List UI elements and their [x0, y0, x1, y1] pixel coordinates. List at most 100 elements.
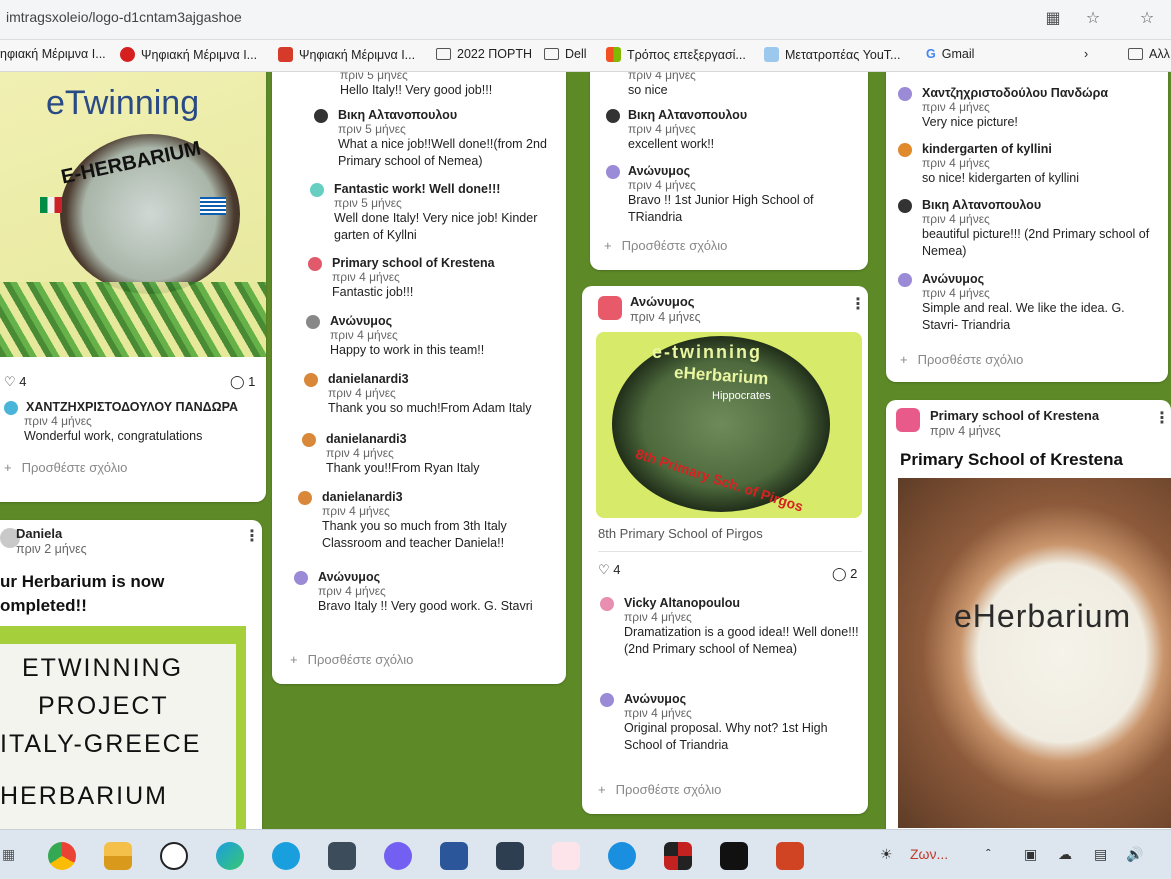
paint-icon[interactable] [552, 842, 580, 870]
avatar [314, 109, 328, 123]
image-text: eHerbarium [954, 598, 1132, 634]
bookmark-label: 2022 ΠΟΡΤΗ [457, 47, 533, 61]
comment-author: Ανώνυμος [922, 272, 985, 286]
clipchamp-icon[interactable] [496, 842, 524, 870]
comment: Βικη Αλτανοπουλου πριν 5 μήνες What a ni… [312, 108, 560, 170]
bookmark-item[interactable]: Ψηφιακή Μέριμνα Ι... [278, 47, 415, 62]
comment-count-button[interactable]: ◯ 2 [832, 566, 857, 582]
weather-text[interactable]: Ζων... [910, 846, 948, 862]
favorites-list-icon[interactable]: ☆ [1136, 8, 1158, 30]
post-image: e-twinning eHerbarium Hippocrates 8th Pr… [596, 332, 862, 518]
bookmark-item[interactable]: ηφιακή Μέριμνα Ι... [0, 47, 106, 61]
viber-icon[interactable] [384, 842, 412, 870]
bookmark-folder[interactable]: Αλλ [1128, 47, 1170, 61]
task-view-icon[interactable]: ▦ [2, 846, 15, 863]
add-comment-input[interactable]: + Προσθέστε σχόλιο [4, 460, 127, 475]
bookmark-folder[interactable]: 2022 ΠΟΡΤΗ [436, 47, 532, 61]
post-time: πριν 2 μήνες [16, 542, 87, 556]
bookmark-folder[interactable]: Dell [544, 47, 587, 61]
comment-author: Ανώνυμος [330, 314, 393, 328]
url-text[interactable]: imtragsxoleio/logo-d1cntam3ajgashoe [6, 9, 242, 25]
weather-icon[interactable]: ☀ [880, 846, 893, 863]
cloud-icon[interactable]: ☁ [1058, 846, 1072, 863]
chevron-right-icon[interactable]: › [1084, 47, 1088, 61]
powerpoint-icon[interactable] [776, 842, 804, 870]
comment-time: πριν 4 μήνες [922, 286, 990, 300]
avatar [606, 165, 620, 179]
image-text: e-twinning [652, 342, 762, 362]
avatar [606, 109, 620, 123]
image-text: HERBARIUM [0, 782, 169, 810]
device-icon[interactable]: ▣ [1024, 846, 1037, 863]
favorite-star-icon[interactable]: ☆ [1082, 8, 1104, 30]
skype-icon[interactable] [272, 842, 300, 870]
more-options-icon[interactable]: ⋮ [850, 294, 866, 314]
bookmark-item[interactable]: Μετατροπέας YouT... [764, 47, 900, 62]
more-options-icon[interactable]: ⋮ [1154, 408, 1170, 428]
comment: ΧΑΝΤΖΗΧΡΙΣΤΟΔΟΥΛΟΥ ΠΑΝΔΩΡΑ πριν 4 μήνες … [4, 400, 264, 445]
comment: Ανώνυμος πριν 4 μήνες Simple and real. W… [896, 272, 1164, 334]
post-card-krestena[interactable]: Primary school of Krestena πριν 4 μήνες … [886, 400, 1171, 829]
comment-text: Wonderful work, congratulations [24, 429, 203, 443]
screen-icon[interactable]: ▤ [1094, 846, 1107, 863]
comment-time: πριν 4 μήνες [332, 270, 400, 284]
avatar [898, 87, 912, 101]
word-icon[interactable] [440, 842, 468, 870]
comments-card: πριν 4 μήνες so nice Βικη Αλτανοπουλου π… [590, 72, 868, 270]
post-card-daniela[interactable]: Daniela πριν 2 μήνες ⋮ ur Herbarium is n… [0, 520, 262, 829]
comment-author: Χαντζηχριστοδούλου Πανδώρα [922, 86, 1109, 100]
add-comment-input[interactable]: + Προσθέστε σχόλιο [598, 782, 721, 797]
address-bar[interactable]: imtragsxoleio/logo-d1cntam3ajgashoe ▦ ☆ … [0, 0, 1171, 40]
image-text: ITALY-GREECE [0, 730, 202, 758]
calculator-icon[interactable] [328, 842, 356, 870]
add-comment-input[interactable]: + Προσθέστε σχόλιο [900, 352, 1023, 367]
volume-icon[interactable]: 🔊 [1126, 846, 1143, 863]
more-options-icon[interactable]: ⋮ [244, 526, 260, 546]
comment-text: Very nice picture! [922, 115, 1018, 129]
comment-text: Hello Italy!! Very good job!!! [340, 83, 493, 97]
comment-time: πριν 4 μήνες [628, 122, 696, 136]
comment-text: Thank you so much!From Adam Italy [328, 401, 532, 415]
add-comment-input[interactable]: + Προσθέστε σχόλιο [290, 652, 413, 667]
comment-text: Original proposal. Why not? 1st High Sch… [624, 721, 828, 752]
like-button[interactable]: ♡ 4 [4, 374, 27, 390]
bookmark-label: Ψηφιακή Μέριμνα Ι... [141, 47, 258, 62]
comment-time: πριν 4 μήνες [624, 610, 692, 624]
avatar [600, 597, 614, 611]
add-comment-label: Προσθέστε σχόλιο [621, 238, 728, 253]
post-card-etwinning[interactable]: eTwinning E-HERBARIUM ♡ 4 ◯ 1 ΧΑΝΤΖΗΧΡΙΣ… [0, 72, 266, 502]
post-card-pirgos[interactable]: Ανώνυμος πριν 4 μήνες ⋮ e-twinning eHerb… [582, 286, 868, 814]
add-comment-input[interactable]: + Προσθέστε σχόλιο [604, 238, 727, 253]
bookmark-item[interactable]: G Gmail [926, 47, 974, 61]
dell-icon[interactable] [160, 842, 188, 870]
comment-author: Ανώνυμος [628, 164, 691, 178]
like-count: 4 [19, 374, 27, 389]
app-icon[interactable] [664, 842, 692, 870]
avatar [302, 433, 316, 447]
post-author: Primary school of Krestena [930, 408, 1100, 423]
comment-time: πριν 4 μήνες [624, 706, 692, 720]
chevron-up-icon[interactable]: ˆ [986, 846, 991, 862]
comment-author: danielanardi3 [328, 372, 409, 386]
bookmark-favicon [120, 47, 135, 62]
edge-icon[interactable] [216, 842, 244, 870]
file-explorer-icon[interactable] [104, 842, 132, 870]
bookmark-favicon [764, 47, 779, 62]
comments-card: πριν 5 μήνες Hello Italy!! Very good job… [272, 72, 566, 684]
bookmarks-bar: ηφιακή Μέριμνα Ι... Ψηφιακή Μέριμνα Ι...… [0, 40, 1171, 72]
comment-count-button[interactable]: ◯ 1 [230, 374, 255, 390]
comment-time: πριν 4 μήνες [330, 328, 398, 342]
comment: kindergarten of kyllini πριν 4 μήνες so … [896, 142, 1164, 187]
like-button[interactable]: ♡ 4 [598, 562, 621, 578]
comment-text: Well done Italy! Very nice job! Kinder g… [334, 211, 538, 242]
sync-icon[interactable] [608, 842, 636, 870]
chrome-icon[interactable] [48, 842, 76, 870]
avatar [298, 491, 312, 505]
apps-icon[interactable]: ▦ [1042, 8, 1064, 30]
post-caption: 8th Primary School of Pirgos [598, 526, 763, 541]
capcut-icon[interactable] [720, 842, 748, 870]
comment-text: Simple and real. We like the idea. G. St… [922, 301, 1125, 332]
bookmark-item[interactable]: Ψηφιακή Μέριμνα Ι... [120, 47, 257, 62]
comment-author: Ανώνυμος [624, 692, 687, 706]
bookmark-item[interactable]: Τρόπος επεξεργασί... [606, 47, 746, 62]
